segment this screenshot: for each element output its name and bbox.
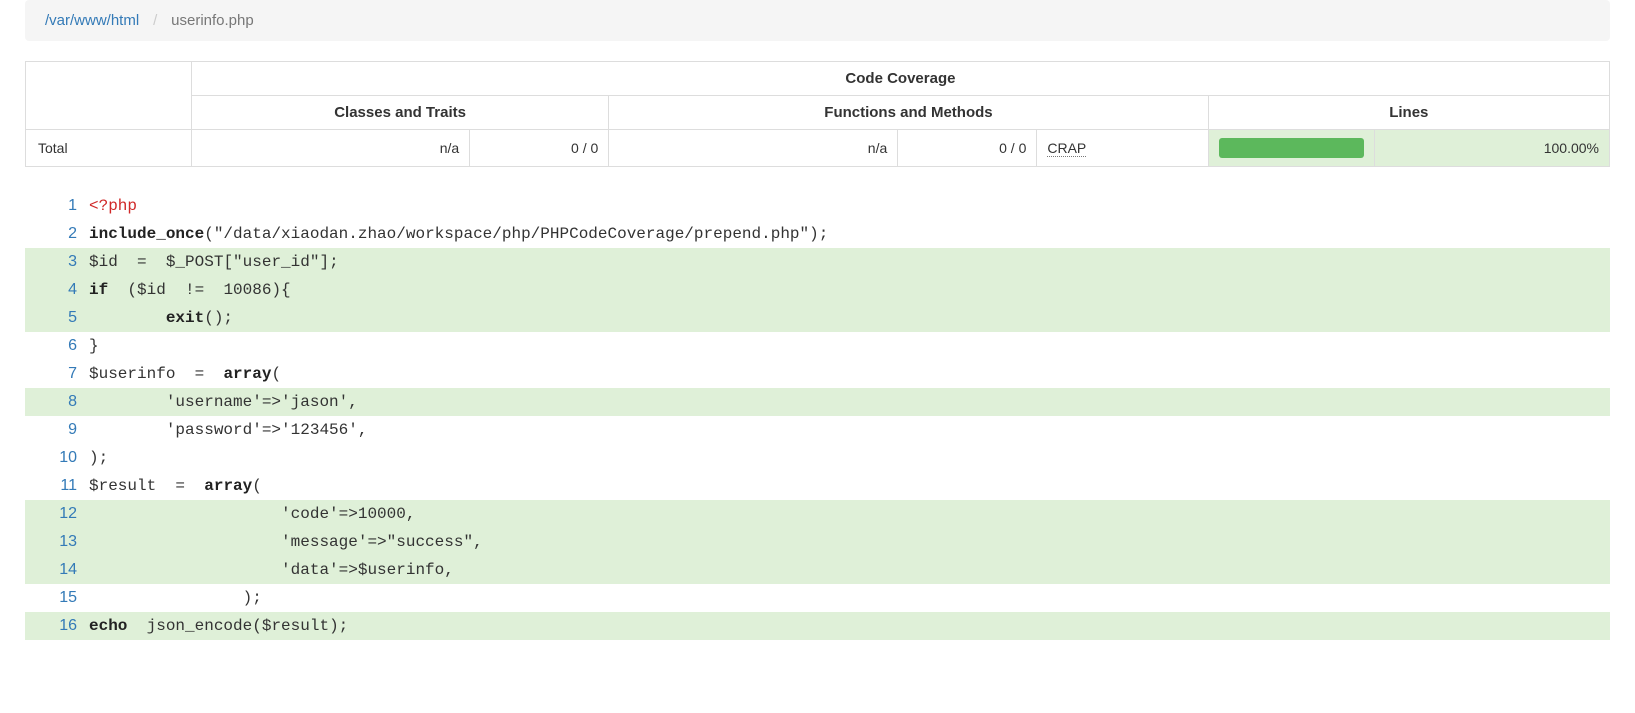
line-code: } [89, 332, 1610, 360]
line-number[interactable]: 12 [25, 500, 89, 528]
coverage-functions-na: n/a [609, 130, 898, 167]
code-line: 5 exit(); [25, 304, 1610, 332]
code-line: 12 'code'=>10000, [25, 500, 1610, 528]
line-code: echo json_encode($result); [89, 612, 1610, 640]
line-number[interactable]: 5 [25, 304, 89, 332]
code-line: 15 ); [25, 584, 1610, 612]
line-code: 'password'=>'123456', [89, 416, 1610, 444]
lines-progress-bar [1219, 138, 1364, 158]
code-line: 1<?php [25, 192, 1610, 220]
breadcrumb-parent-link[interactable]: /var/www/html [45, 12, 139, 29]
line-code: ); [89, 444, 1610, 472]
code-line: 8 'username'=>'jason', [25, 388, 1610, 416]
line-number[interactable]: 8 [25, 388, 89, 416]
line-code: 'code'=>10000, [89, 500, 1610, 528]
code-line: 4if ($id != 10086){ [25, 276, 1610, 304]
line-number[interactable]: 14 [25, 556, 89, 584]
line-number[interactable]: 16 [25, 612, 89, 640]
code-line: 16echo json_encode($result); [25, 612, 1610, 640]
line-number[interactable]: 7 [25, 360, 89, 388]
coverage-table: Code Coverage Classes and Traits Functio… [25, 61, 1610, 167]
line-number[interactable]: 10 [25, 444, 89, 472]
breadcrumb-current: userinfo.php [171, 12, 254, 29]
line-code: if ($id != 10086){ [89, 276, 1610, 304]
code-line: 10); [25, 444, 1610, 472]
coverage-classes-ratio: 0 / 0 [470, 130, 609, 167]
line-number[interactable]: 9 [25, 416, 89, 444]
coverage-header-main: Code Coverage [191, 62, 1609, 96]
line-number[interactable]: 13 [25, 528, 89, 556]
line-code: $userinfo = array( [89, 360, 1610, 388]
coverage-lines-progress-cell [1208, 130, 1374, 167]
line-number[interactable]: 11 [25, 472, 89, 500]
line-code: ); [89, 584, 1610, 612]
coverage-functions-ratio: 0 / 0 [898, 130, 1037, 167]
line-number[interactable]: 15 [25, 584, 89, 612]
code-line: 7$userinfo = array( [25, 360, 1610, 388]
line-code: $id = $_POST["user_id"]; [89, 248, 1610, 276]
line-code: 'username'=>'jason', [89, 388, 1610, 416]
line-number[interactable]: 2 [25, 220, 89, 248]
line-code: 'message'=>"success", [89, 528, 1610, 556]
code-line: 11$result = array( [25, 472, 1610, 500]
line-code: <?php [89, 192, 1610, 220]
line-code: exit(); [89, 304, 1610, 332]
breadcrumb-separator: / [153, 12, 157, 29]
code-line: 13 'message'=>"success", [25, 528, 1610, 556]
coverage-header-functions: Functions and Methods [609, 96, 1208, 130]
line-code: include_once("/data/xiaodan.zhao/workspa… [89, 220, 1610, 248]
code-line: 3$id = $_POST["user_id"]; [25, 248, 1610, 276]
code-listing: 1<?php2include_once("/data/xiaodan.zhao/… [25, 192, 1610, 640]
coverage-header-classes: Classes and Traits [191, 96, 608, 130]
coverage-lines-percent: 100.00% [1374, 130, 1610, 167]
code-line: 14 'data'=>$userinfo, [25, 556, 1610, 584]
coverage-header-row-1: Code Coverage [26, 62, 1610, 96]
coverage-total-row: Total n/a 0 / 0 n/a 0 / 0 CRAP 100.00% [26, 130, 1610, 167]
line-number[interactable]: 6 [25, 332, 89, 360]
line-number[interactable]: 4 [25, 276, 89, 304]
code-line: 6} [25, 332, 1610, 360]
line-code: $result = array( [89, 472, 1610, 500]
coverage-header-lines: Lines [1208, 96, 1609, 130]
crap-abbr[interactable]: CRAP [1047, 140, 1086, 157]
coverage-crap-cell: CRAP [1037, 130, 1208, 167]
line-code: 'data'=>$userinfo, [89, 556, 1610, 584]
code-line: 2include_once("/data/xiaodan.zhao/worksp… [25, 220, 1610, 248]
code-line: 9 'password'=>'123456', [25, 416, 1610, 444]
breadcrumb: /var/www/html / userinfo.php [25, 0, 1610, 41]
coverage-blank-cell [26, 62, 192, 130]
coverage-header-row-2: Classes and Traits Functions and Methods… [26, 96, 1610, 130]
line-number[interactable]: 1 [25, 192, 89, 220]
coverage-row-label: Total [26, 130, 192, 167]
coverage-classes-na: n/a [191, 130, 469, 167]
line-number[interactable]: 3 [25, 248, 89, 276]
